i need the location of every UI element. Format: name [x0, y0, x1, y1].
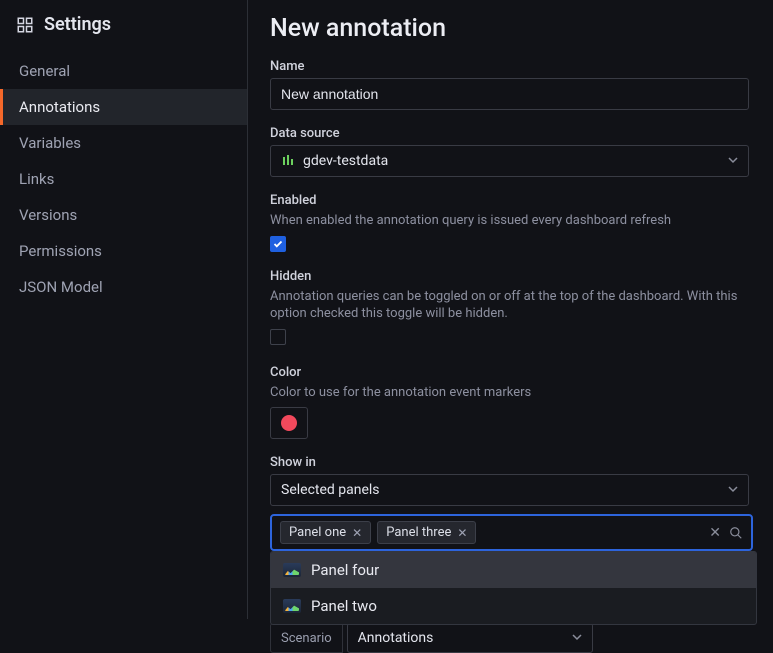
field-color: Color Color to use for the annotation ev… [270, 365, 753, 440]
hidden-checkbox[interactable] [270, 329, 286, 345]
datasource-select[interactable]: gdev-testdata [270, 145, 749, 177]
datasource-icon [281, 154, 295, 168]
field-hidden: Hidden Annotation queries can be toggled… [270, 269, 753, 349]
clear-all-icon[interactable]: ✕ [709, 525, 721, 541]
chip-panel-three: Panel three ✕ [377, 521, 476, 544]
sidebar-item-variables[interactable]: Variables [0, 125, 247, 161]
multiselect-actions: ✕ [709, 525, 743, 541]
color-desc: Color to use for the annotation event ma… [270, 384, 753, 402]
panel-icon [283, 563, 301, 577]
chip-panel-one: Panel one ✕ [280, 521, 371, 544]
chevron-down-icon [572, 630, 582, 646]
scenario-select[interactable]: Annotations [347, 623, 593, 653]
field-datasource: Data source gdev-testdata [270, 126, 753, 177]
show-in-value: Selected panels [281, 482, 380, 498]
enabled-checkbox[interactable] [270, 236, 286, 252]
chip-remove-icon[interactable]: ✕ [457, 526, 467, 540]
field-name: Name [270, 59, 753, 110]
sidebar-item-general[interactable]: General [0, 53, 247, 89]
color-label: Color [270, 365, 753, 380]
enabled-desc: When enabled the annotation query is iss… [270, 212, 753, 230]
panel-multiselect[interactable]: Panel one ✕ Panel three ✕ ✕ Panel four P… [270, 514, 753, 551]
hidden-desc: Annotation queries can be toggled on or … [270, 288, 753, 323]
chip-remove-icon[interactable]: ✕ [352, 526, 362, 540]
datasource-value: gdev-testdata [303, 153, 388, 169]
chip-label: Panel one [289, 525, 346, 540]
sidebar-item-versions[interactable]: Versions [0, 197, 247, 233]
settings-sidebar: Settings General Annotations Variables L… [0, 0, 248, 619]
sidebar-item-links[interactable]: Links [0, 161, 247, 197]
scenario-row: Scenario Annotations [270, 623, 753, 653]
field-enabled: Enabled When enabled the annotation quer… [270, 193, 753, 253]
panel-icon [283, 599, 301, 613]
sidebar-item-permissions[interactable]: Permissions [0, 233, 247, 269]
dropdown-item-label: Panel two [311, 597, 377, 615]
sidebar-header: Settings [0, 14, 247, 53]
panel-dropdown: Panel four Panel two [270, 551, 757, 625]
enabled-label: Enabled [270, 193, 753, 208]
main-content: New annotation Name Data source gdev-tes… [248, 0, 773, 619]
dropdown-item-panel-four[interactable]: Panel four [271, 552, 756, 588]
sidebar-item-annotations[interactable]: Annotations [0, 89, 247, 125]
show-in-select[interactable]: Selected panels [270, 474, 749, 506]
scenario-label: Scenario [270, 623, 343, 653]
color-dot [281, 415, 297, 431]
chevron-down-icon [728, 482, 738, 498]
sidebar-title: Settings [44, 14, 111, 35]
scenario-value: Annotations [358, 630, 434, 646]
name-input[interactable] [270, 78, 749, 110]
color-picker[interactable] [270, 407, 308, 439]
field-show-in: Show in Selected panels Panel one ✕ Pane… [270, 455, 753, 551]
chevron-down-icon [728, 153, 738, 169]
name-label: Name [270, 59, 753, 74]
search-icon[interactable] [729, 526, 743, 540]
dropdown-item-label: Panel four [311, 561, 379, 579]
page-title: New annotation [270, 14, 753, 43]
chip-label: Panel three [386, 525, 451, 540]
show-in-label: Show in [270, 455, 753, 470]
hidden-label: Hidden [270, 269, 753, 284]
sidebar-item-json-model[interactable]: JSON Model [0, 269, 247, 305]
datasource-label: Data source [270, 126, 753, 141]
dashboard-grid-icon [16, 16, 34, 34]
